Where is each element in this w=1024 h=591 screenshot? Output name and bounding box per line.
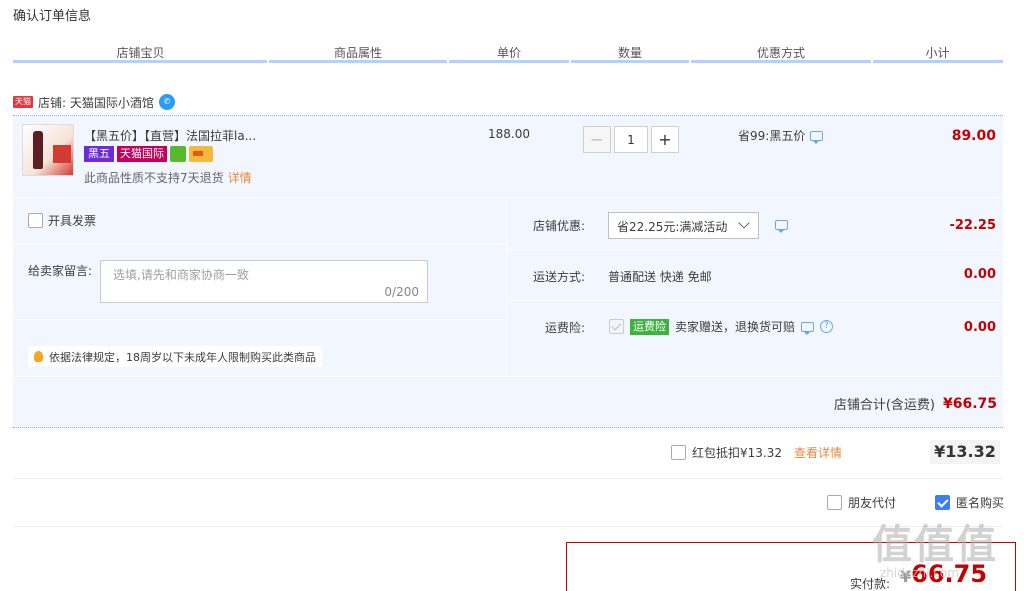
comment-icon[interactable] <box>775 220 788 233</box>
col-header-unit-price: 单价 <box>496 46 521 60</box>
shipping-label: 运送方式: <box>532 270 585 284</box>
watermark-logo: 值值值 <box>872 522 998 568</box>
header-underline <box>449 60 569 63</box>
header-underline <box>691 60 871 63</box>
message-placeholder: 选填,请先和商家协商一致 <box>113 268 249 282</box>
wine-bottle-icon <box>33 131 43 169</box>
item-subtotal: 89.00 <box>951 128 996 144</box>
divider <box>13 319 506 320</box>
product-title-link[interactable]: 【黑五价】【直营】法国拉菲la... <box>84 127 256 144</box>
header-underline <box>269 60 447 63</box>
col-header-shop-item: 店铺宝贝 <box>116 46 165 60</box>
insurance-amount: 0.00 <box>963 320 996 335</box>
message-char-count: 0/200 <box>384 285 419 299</box>
message-label: 给卖家留言: <box>28 264 93 278</box>
friend-pay-option[interactable]: 朋友代付 <box>827 494 896 511</box>
card-badge-icon <box>189 146 213 162</box>
shop-total: 店铺合计(含运费) ¥66.75 <box>833 394 997 414</box>
col-header-attributes: 商品属性 <box>333 46 382 60</box>
friend-pay-checkbox[interactable] <box>827 495 842 510</box>
product-badges: 黑五 天猫国际 <box>84 146 213 162</box>
insurance-text: 卖家赠送，退换货可赔 <box>675 320 796 334</box>
chevron-down-icon <box>738 217 750 229</box>
discount-info: 省99:黑五价 <box>738 127 824 144</box>
black-friday-badge: 黑五 <box>84 146 114 162</box>
tmall-intl-badge: 天猫国际 <box>117 146 167 162</box>
quantity-stepper: − + <box>583 126 679 153</box>
col-header-quantity: 数量 <box>617 46 642 60</box>
shipping-amount: 0.00 <box>963 267 996 282</box>
shop-name-link[interactable]: 店铺: 天猫国际小酒馆 <box>38 94 154 111</box>
header-underline <box>13 60 267 63</box>
law-notice: 依据法律规定，18周岁以下未成年人限制购买此类商品 <box>28 346 322 367</box>
quantity-input[interactable] <box>614 126 648 153</box>
service-badge-icon <box>170 146 186 162</box>
shop-total-label: 店铺合计(含运费) <box>833 398 935 413</box>
price-tag-icon <box>53 145 71 163</box>
insurance-badge: 运费险 <box>630 318 669 335</box>
unit-price: 188.00 <box>488 127 530 141</box>
lightbulb-icon <box>34 351 43 362</box>
redpacket-label: 红包抵扣¥13.32 <box>692 446 782 460</box>
product-thumbnail[interactable] <box>22 124 74 176</box>
anonymous-option[interactable]: 匿名购买 <box>935 494 1004 511</box>
redpacket-checkbox[interactable] <box>671 445 686 460</box>
shipping-method: 普通配送 快递 免邮 <box>608 270 712 284</box>
anonymous-label: 匿名购买 <box>956 496 1005 510</box>
shop-discount-label: 店铺优惠: <box>532 219 585 233</box>
watermark-url: zhidezhi.com <box>880 566 959 580</box>
help-icon[interactable]: ? <box>820 320 834 333</box>
invoice-label: 开具发票 <box>48 214 97 228</box>
redpacket-amount: ¥13.32 <box>930 440 1000 464</box>
discount-text: 省99:黑五价 <box>738 129 806 143</box>
divider <box>507 249 1003 250</box>
shop-discount-value: 省22.25元:满减活动 <box>617 220 728 234</box>
law-notice-text: 依据法律规定，18周岁以下未成年人限制购买此类商品 <box>49 350 316 364</box>
page-title: 确认订单信息 <box>13 9 92 24</box>
insurance-label: 运费险: <box>544 321 585 335</box>
shop-discount-amount: -22.25 <box>949 218 996 233</box>
col-header-discount: 优惠方式 <box>756 46 805 60</box>
insurance-checkbox <box>609 319 624 334</box>
divider <box>507 300 1003 301</box>
friend-pay-label: 朋友代付 <box>848 496 897 510</box>
tmall-icon: 天猫 <box>13 96 33 108</box>
shop-total-amount: ¥66.75 <box>942 395 997 412</box>
insurance-row: 运费险 卖家赠送，退换货可赔 ? <box>609 318 834 335</box>
redpacket-option: 红包抵扣¥13.32 查看详情 <box>671 444 842 461</box>
quantity-decrease-button[interactable]: − <box>583 126 611 153</box>
invoice-checkbox[interactable] <box>28 213 43 228</box>
anonymous-checkbox[interactable] <box>935 495 950 510</box>
no-return-notice: 此商品性质不支持7天退货 详情 <box>84 169 252 186</box>
col-header-subtotal: 小计 <box>925 46 950 60</box>
quantity-increase-button[interactable]: + <box>651 126 679 153</box>
shop-discount-select[interactable]: 省22.25元:满减活动 <box>608 212 759 239</box>
divider <box>13 526 1003 527</box>
redpacket-details-link[interactable]: 查看详情 <box>794 444 842 461</box>
comment-icon[interactable] <box>810 130 824 144</box>
invoice-option[interactable]: 开具发票 <box>28 212 96 229</box>
header-underline <box>873 60 1003 63</box>
comment-icon[interactable] <box>801 321 815 335</box>
no-return-text: 此商品性质不支持7天退货 <box>84 171 224 185</box>
header-underline <box>571 60 689 63</box>
shop-row: 天猫 店铺: 天猫国际小酒馆 ✆ <box>13 93 175 111</box>
seller-message-field[interactable]: 选填,请先和商家协商一致 0/200 <box>100 260 428 303</box>
wangwang-chat-icon[interactable]: ✆ <box>158 94 175 110</box>
divider <box>13 478 1003 479</box>
divider <box>13 244 506 245</box>
details-link[interactable]: 详情 <box>228 171 252 185</box>
